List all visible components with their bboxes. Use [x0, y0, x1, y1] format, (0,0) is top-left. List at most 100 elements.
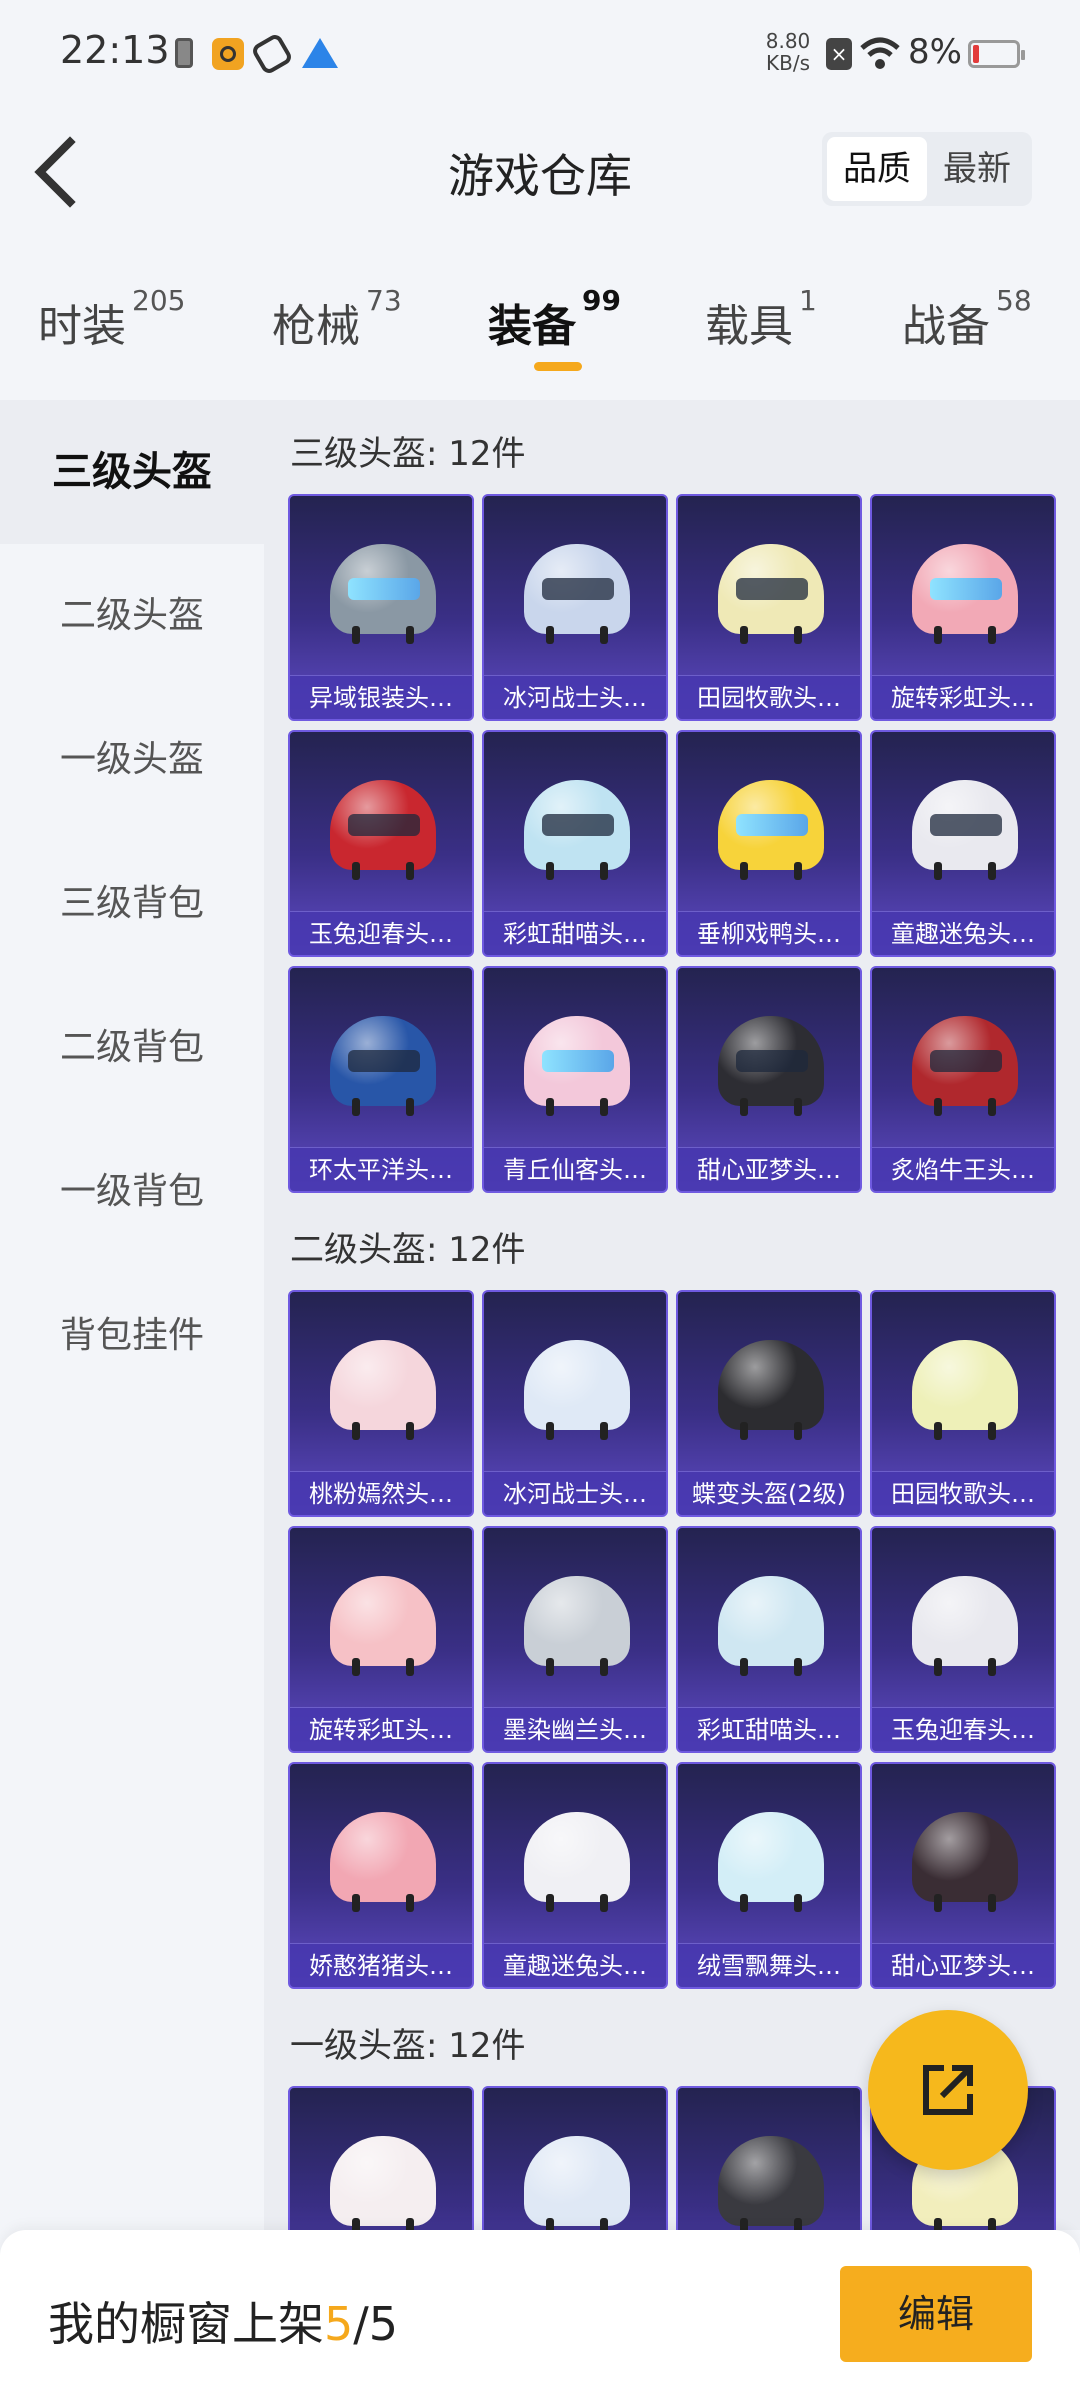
sidebar-item-backpack-charm[interactable]: 背包挂件	[0, 1264, 264, 1408]
tab-guns[interactable]: 枪械73	[272, 284, 402, 354]
net-speed-value: 8.80	[765, 29, 811, 53]
item-card[interactable]: 童趣迷兔头…	[482, 1762, 668, 1989]
sidebar-item-lvl2-backpack[interactable]: 二级背包	[0, 976, 264, 1120]
item-card[interactable]: 玉兔迎春头…	[288, 730, 474, 957]
helmet-icon	[912, 1016, 1018, 1116]
tab-count: 58	[996, 284, 1032, 317]
item-card[interactable]: 冰河战士头…	[482, 1290, 668, 1517]
item-name: 娇憨猪猪头…	[290, 1943, 472, 1987]
helmet-icon	[718, 2136, 824, 2230]
item-card[interactable]: 绒雪飘舞头…	[676, 1762, 862, 1989]
item-card[interactable]: 童趣迷兔头…	[870, 730, 1056, 957]
tab-label: 装备	[488, 301, 576, 352]
item-card[interactable]: 青丘仙客头…	[482, 966, 668, 1193]
item-name: 绒雪飘舞头…	[678, 1943, 860, 1987]
tab-count: 1	[799, 284, 817, 317]
item-card[interactable]: 蝶变头盔(2级)	[676, 1290, 862, 1517]
helmet-icon	[524, 1340, 630, 1440]
helmet-icon	[912, 1812, 1018, 1912]
item-card[interactable]: 异域银装头…	[288, 494, 474, 721]
tab-vehicles[interactable]: 载具1	[705, 284, 817, 354]
item-name: 冰河战士头…	[484, 675, 666, 719]
helmet-icon	[524, 1812, 630, 1912]
helmet-icon	[524, 2136, 630, 2230]
item-card[interactable]: 旋转彩虹头…	[870, 494, 1056, 721]
helmet-icon	[524, 780, 630, 880]
item-card[interactable]	[288, 2086, 474, 2230]
item-card[interactable]: 墨染幽兰头…	[482, 1526, 668, 1753]
item-name: 彩虹甜喵头…	[678, 1707, 860, 1751]
helmet-icon	[718, 780, 824, 880]
tab-count: 205	[132, 284, 186, 317]
helmet-icon	[524, 544, 630, 644]
item-card[interactable]: 垂柳戏鸭头…	[676, 730, 862, 957]
active-tab-indicator	[534, 362, 582, 371]
item-card[interactable]: 冰河战士头…	[482, 494, 668, 721]
tab-count: 73	[366, 284, 402, 317]
item-name: 旋转彩虹头…	[290, 1707, 472, 1751]
sidebar-item-lvl1-helmet[interactable]: 一级头盔	[0, 688, 264, 832]
tab-fashion[interactable]: 时装205	[38, 284, 185, 354]
sort-option-quality[interactable]: 品质	[827, 137, 927, 201]
helmet-icon	[718, 1340, 824, 1440]
item-card[interactable]: 彩虹甜喵头…	[676, 1526, 862, 1753]
item-name: 异域银装头…	[290, 675, 472, 719]
helmet-icon	[330, 544, 436, 644]
item-name: 垂柳戏鸭头…	[678, 911, 860, 955]
net-speed-unit: KB/s	[766, 51, 810, 75]
sort-option-newest[interactable]: 最新	[927, 137, 1027, 201]
item-name: 甜心亚梦头…	[678, 1147, 860, 1191]
tab-count: 99	[582, 284, 621, 317]
status-bar: 22:13 8.80 KB/s × 8%	[0, 0, 1080, 110]
item-name: 环太平洋头…	[290, 1147, 472, 1191]
sidebar-item-lvl1-backpack[interactable]: 一级背包	[0, 1120, 264, 1264]
sidebar-item-lvl2-helmet[interactable]: 二级头盔	[0, 544, 264, 688]
helmet-icon	[524, 1016, 630, 1116]
sidebar-item-lvl3-helmet[interactable]: 三级头盔	[0, 400, 264, 544]
header: 游戏仓库 品质 最新	[0, 110, 1080, 230]
item-card[interactable]: 甜心亚梦头…	[676, 966, 862, 1193]
item-card[interactable]	[676, 2086, 862, 2230]
helmet-icon	[718, 1016, 824, 1116]
helmet-icon	[912, 544, 1018, 644]
item-card[interactable]: 环太平洋头…	[288, 966, 474, 1193]
sidebar-item-lvl3-backpack[interactable]: 三级背包	[0, 832, 264, 976]
item-card[interactable]: 炙焰牛王头…	[870, 966, 1056, 1193]
section-title-lvl2: 二级头盔: 12件	[290, 1230, 526, 1270]
item-card[interactable]	[482, 2086, 668, 2230]
item-card[interactable]: 田园牧歌头…	[870, 1290, 1056, 1517]
helmet-icon	[330, 1812, 436, 1912]
tab-label: 时装	[38, 301, 126, 352]
item-card[interactable]: 田园牧歌头…	[676, 494, 862, 721]
showcase-status: 我的橱窗上架5/5	[48, 2288, 398, 2354]
tab-label: 载具	[705, 301, 793, 352]
showcase-label: 我的橱窗上架	[48, 2297, 324, 2351]
item-card[interactable]: 娇憨猪猪头…	[288, 1762, 474, 1989]
battery-small-icon	[175, 38, 193, 68]
tab-battle-gear[interactable]: 战备58	[902, 284, 1032, 354]
telegram-icon	[302, 38, 338, 68]
helmet-icon	[912, 1576, 1018, 1676]
item-card[interactable]: 旋转彩虹头…	[288, 1526, 474, 1753]
net-speed: 8.80 KB/s	[758, 30, 818, 74]
helmet-icon	[330, 1016, 436, 1116]
item-card[interactable]: 桃粉嫣然头…	[288, 1290, 474, 1517]
category-tabs: 时装205 枪械73 装备99 载具1 战备58	[0, 270, 1080, 400]
helmet-icon	[330, 780, 436, 880]
item-name: 田园牧歌头…	[678, 675, 860, 719]
helmet-icon	[330, 2136, 436, 2230]
wifi-icon	[860, 37, 900, 69]
item-name: 玉兔迎春头…	[872, 1707, 1054, 1751]
tab-equipment[interactable]: 装备99	[488, 284, 621, 354]
item-card[interactable]: 玉兔迎春头…	[870, 1526, 1056, 1753]
share-button[interactable]	[868, 2010, 1028, 2170]
edit-button[interactable]: 编辑	[840, 2266, 1032, 2362]
item-grid-area[interactable]: 三级头盔: 12件 二级头盔: 12件 一级头盔: 12件 异域银装头… 冰河战士…	[264, 400, 1080, 2230]
app-screen: 22:13 8.80 KB/s × 8% 游戏仓库 品质 最新 时装205 枪械…	[0, 0, 1080, 2400]
item-name: 玉兔迎春头…	[290, 911, 472, 955]
item-card[interactable]: 甜心亚梦头…	[870, 1762, 1056, 1989]
item-card[interactable]: 彩虹甜喵头…	[482, 730, 668, 957]
helmet-icon	[330, 1340, 436, 1440]
helmet-icon	[718, 544, 824, 644]
helmet-icon	[718, 1812, 824, 1912]
